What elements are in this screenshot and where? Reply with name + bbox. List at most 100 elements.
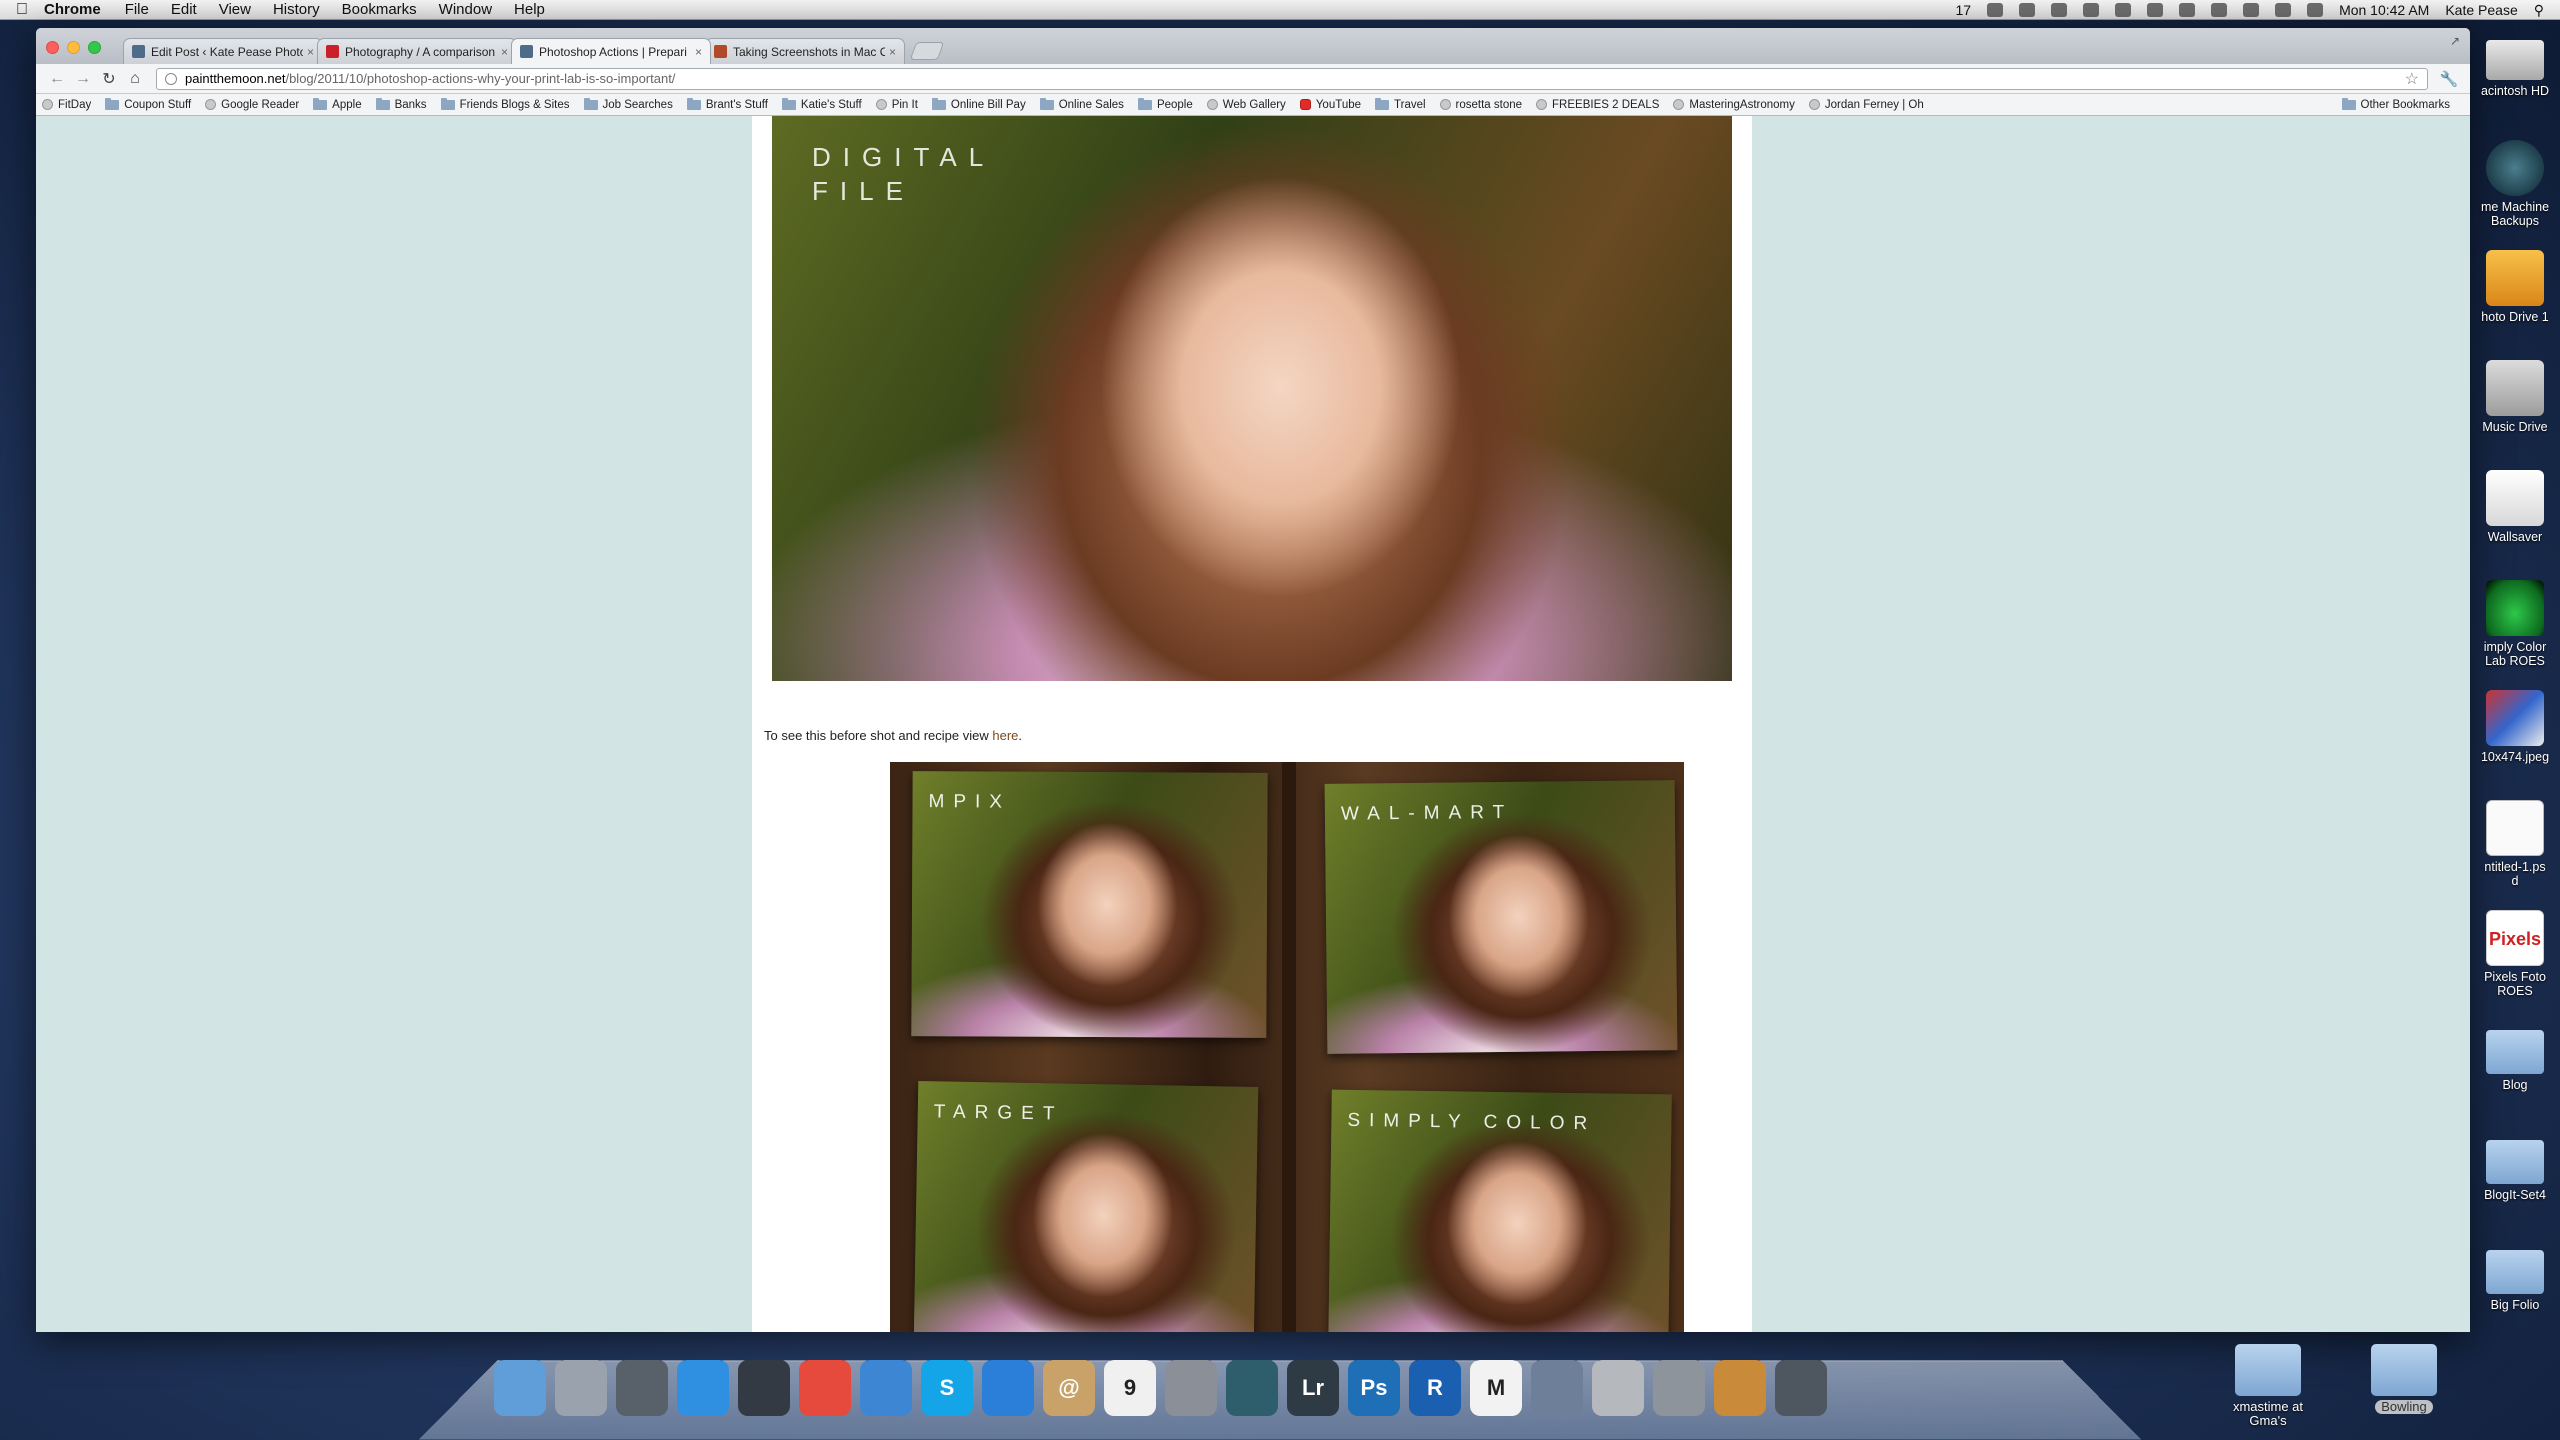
bookmark-item[interactable]: FitDay [42,99,91,111]
roes-icon[interactable]: R [1409,1360,1461,1416]
spotlight-icon[interactable]: ⚲ [2534,2,2544,19]
wifi-status-icon[interactable] [2243,3,2260,17]
bookmark-folder[interactable]: Banks [375,97,427,111]
home-icon[interactable]: ⌂ [122,70,148,88]
wrench-menu-icon[interactable]: 🔧 [2436,70,2462,88]
dock-stack-bowling[interactable]: Bowling [2354,1344,2454,1416]
calculator-icon[interactable] [1592,1360,1644,1416]
finder-icon[interactable] [494,1360,546,1416]
menu-history[interactable]: History [273,1,320,18]
skype-icon[interactable]: S [921,1360,973,1416]
desktop-icon[interactable]: 10x474.jpeg [2470,690,2560,764]
desktop-icon[interactable]: BlogIt-Set4 [2470,1130,2560,1202]
stamp-app-icon[interactable] [1653,1360,1705,1416]
usb-status-icon[interactable] [1987,3,2004,17]
bookmark-folder[interactable]: Coupon Stuff [105,97,191,111]
desktop-icon[interactable]: Blog [2470,1020,2560,1092]
launchpad-icon[interactable] [555,1360,607,1416]
bluetooth-status-icon[interactable] [2211,3,2228,17]
menu-edit[interactable]: Edit [171,1,197,18]
menu-bookmarks[interactable]: Bookmarks [342,1,417,18]
tab-close-icon[interactable]: × [889,45,896,59]
bookmark-item[interactable]: Jordan Ferney | Oh [1808,99,1924,111]
menu-window[interactable]: Window [439,1,492,18]
menu-app-name[interactable]: Chrome [44,1,101,18]
safari-icon[interactable] [860,1360,912,1416]
bookmark-item[interactable]: FREEBIES 2 DEALS [1536,99,1659,111]
display-status-icon[interactable] [2115,3,2132,17]
desktop-icon[interactable]: Music Drive [2470,360,2560,434]
ical-icon[interactable]: 9 [1104,1360,1156,1416]
desktop-icon[interactable]: Big Folio [2470,1240,2560,1312]
bookmark-item[interactable]: Google Reader [205,99,299,111]
bookmark-folder[interactable]: Apple [313,97,362,111]
desktop-icon[interactable]: imply Color Lab ROES [2470,580,2560,668]
bookmark-folder[interactable]: Katie's Stuff [781,97,862,111]
adobe-status-badge[interactable]: 17 [1955,2,1971,18]
bookmark-item[interactable]: Pin It [875,99,918,111]
bookmark-item[interactable]: MasteringAstronomy [1673,99,1795,111]
flag-input-icon[interactable] [2307,3,2324,17]
other-bookmarks-folder[interactable]: Other Bookmarks [2333,94,2450,115]
time-machine-icon[interactable] [1226,1360,1278,1416]
volume-status-icon[interactable] [2275,3,2292,17]
lightroom-icon[interactable]: Lr [1287,1360,1339,1416]
photoshop-icon[interactable]: Ps [1348,1360,1400,1416]
iphoto-icon[interactable] [1714,1360,1766,1416]
tab-close-icon[interactable]: × [501,45,508,59]
desktop-icon[interactable]: acintosh HD [2470,30,2560,98]
apple-menu-icon[interactable]:  [0,1,44,19]
web-page[interactable]: DIGITAL FILE To see this before shot and… [36,116,2470,1332]
zoom-window-button[interactable] [88,41,101,54]
forward-icon[interactable]: → [70,70,96,88]
menubar-user[interactable]: Kate Pease [2445,2,2517,18]
desktop-icon[interactable]: hoto Drive 1 [2470,250,2560,324]
caption-link-here[interactable]: here [992,728,1018,743]
address-bar[interactable]: paintthemoon.net/blog/2011/10/photoshop-… [156,67,2428,90]
bookmark-item[interactable]: Web Gallery [1206,99,1286,111]
page-info-icon[interactable] [165,72,177,85]
script-editor-icon[interactable] [1531,1360,1583,1416]
dock-stack-xmastime[interactable]: xmastime at Gma's [2218,1344,2318,1428]
menubar-clock[interactable]: Mon 10:42 AM [2339,2,2429,18]
m-app-icon[interactable]: M [1470,1360,1522,1416]
close-window-button[interactable] [46,41,59,54]
menu-help[interactable]: Help [514,1,545,18]
bookmark-folder[interactable]: Friends Blogs & Sites [440,97,570,111]
browser-tab[interactable]: Photography / A comparison × [317,38,517,64]
bookmark-item[interactable]: rosetta stone [1439,99,1522,111]
bookmark-folder[interactable]: People [1137,97,1193,111]
tab-close-icon[interactable]: × [307,45,314,59]
sync-status-icon[interactable] [2147,3,2164,17]
menu-view[interactable]: View [219,1,251,18]
dashboard-icon[interactable] [738,1360,790,1416]
bookmark-star-icon[interactable]: ☆ [2405,69,2419,89]
desktop-icon[interactable]: Pixels Pixels Foto ROES [2470,910,2560,998]
bookmark-folder[interactable]: Online Sales [1039,97,1124,111]
itunes-icon[interactable] [982,1360,1034,1416]
bookmark-folder[interactable]: Brant's Stuff [686,97,768,111]
desktop-icon[interactable]: me Machine Backups [2470,140,2560,228]
time-machine-status-icon[interactable] [2179,3,2196,17]
evernote-status-icon[interactable] [2083,3,2100,17]
menu-file[interactable]: File [125,1,149,18]
mail-icon[interactable]: @ [1043,1360,1095,1416]
chrome-icon[interactable] [799,1360,851,1416]
bookmark-folder[interactable]: Online Bill Pay [931,97,1026,111]
facetime-icon[interactable] [1775,1360,1827,1416]
bookmark-folder[interactable]: Job Searches [583,97,673,111]
system-preferences-icon[interactable] [1165,1360,1217,1416]
app-store-icon[interactable] [677,1360,729,1416]
minimize-window-button[interactable] [67,41,80,54]
photo-booth-icon[interactable] [616,1360,668,1416]
fullscreen-icon[interactable]: ↗ [2450,34,2460,48]
desktop-icon[interactable]: ntitled-1.ps d [2470,800,2560,888]
bookmark-item[interactable]: YouTube [1299,99,1361,111]
back-icon[interactable]: ← [44,70,70,88]
browser-tab[interactable]: Edit Post ‹ Kate Pease Photog × [123,38,323,64]
browser-tab[interactable]: Taking Screenshots in Mac O × [705,38,905,64]
browser-tab[interactable]: Photoshop Actions | Prepari × [511,38,711,64]
dropbox-status-icon[interactable] [2019,3,2036,17]
desktop-icon[interactable]: Wallsaver [2470,470,2560,544]
reload-icon[interactable]: ↻ [96,69,122,89]
